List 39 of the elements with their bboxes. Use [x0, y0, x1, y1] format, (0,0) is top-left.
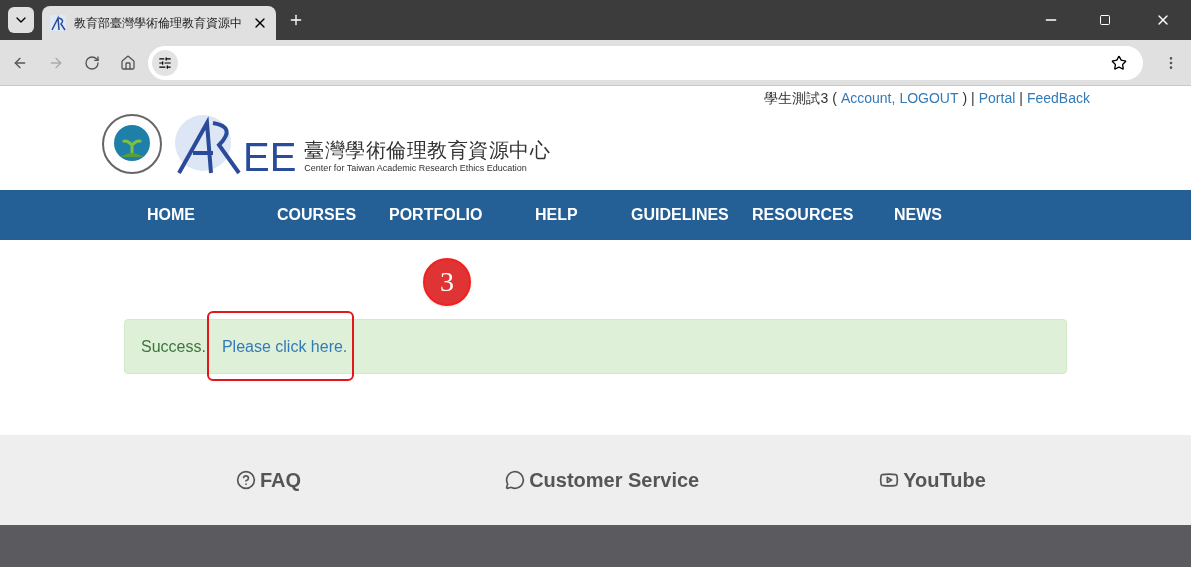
nav-link[interactable]: HELP [535, 203, 631, 227]
nav-link[interactable]: GUIDELINES [631, 203, 752, 227]
logo-subtitle: Center for Taiwan Academic Research Ethics Education [304, 161, 528, 175]
play-icon [879, 470, 900, 490]
tab-list-button[interactable] [8, 7, 34, 33]
alert-link[interactable]: Please click here. [221, 334, 348, 359]
chat-icon [505, 470, 526, 490]
ministry-seal-icon [101, 113, 163, 175]
maximize-icon[interactable] [1099, 14, 1111, 26]
browser-tab[interactable]: 教育部臺灣學術倫理教育資源中 [42, 6, 276, 40]
address-field[interactable] [148, 45, 1143, 80]
nav-link[interactable]: NEWS [894, 203, 1004, 227]
footer-link[interactable]: YouTube [879, 465, 986, 495]
site-favicon [50, 15, 66, 31]
separator-text: ) | [962, 89, 975, 108]
nav-link[interactable]: COURSES [277, 203, 389, 227]
user-name: 學生測試3 [764, 89, 829, 108]
help-icon [236, 470, 256, 490]
logout-link[interactable]: LOGOUT [899, 88, 959, 109]
separator-text: | [1019, 89, 1023, 108]
portal-link[interactable]: Portal [978, 88, 1016, 109]
feedback-link[interactable]: FeedBack [1026, 88, 1090, 109]
nav-link[interactable]: PORTFOLIO [389, 203, 535, 227]
bracket-text: ( [832, 89, 837, 108]
tab-title: 教育部臺灣學術倫理教育資源中 [74, 15, 243, 32]
logo-title: 臺灣學術倫理教育資源中心 [304, 137, 551, 162]
site-settings-icon[interactable] [152, 49, 178, 76]
nav-link[interactable]: RESOURCES [752, 203, 894, 227]
step-badge: 3 [423, 258, 471, 306]
footer-link[interactable]: Customer Service [505, 465, 700, 495]
new-tab-icon[interactable] [288, 12, 304, 28]
logo-letters: EE [243, 139, 297, 175]
reload-icon[interactable] [84, 54, 100, 71]
nav-link[interactable]: HOME [147, 203, 277, 227]
alert-message: Success. [141, 336, 206, 357]
footer-link[interactable]: FAQ [236, 465, 302, 495]
account-link[interactable]: Account, [840, 88, 896, 109]
bookmark-icon[interactable] [1111, 54, 1127, 71]
home-icon[interactable] [120, 54, 136, 71]
